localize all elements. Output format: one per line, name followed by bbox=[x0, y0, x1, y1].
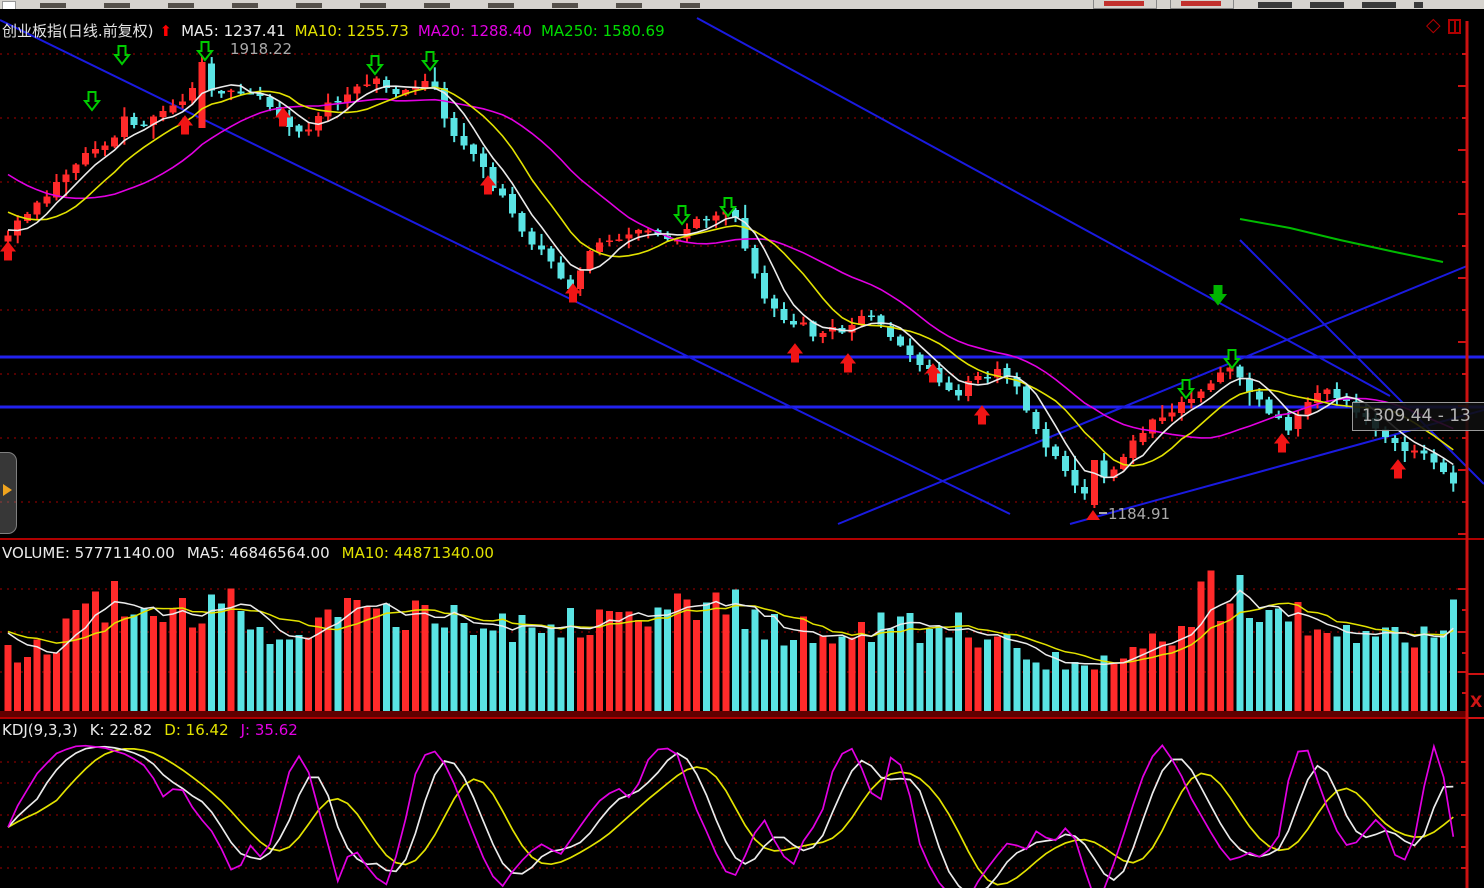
diamond-window-icon[interactable]: ◇ bbox=[1426, 16, 1441, 35]
volume-ma5-readout: MA5: 46846564.00 bbox=[187, 544, 330, 562]
window-panes-icon[interactable] bbox=[1448, 19, 1462, 34]
peak-price-label: 1918.22 bbox=[230, 40, 292, 58]
ma5-readout: MA5: 1237.41 bbox=[181, 22, 286, 40]
ma250-readout: MA250: 1580.69 bbox=[541, 22, 665, 40]
kdj-label: KDJ(9,3,3) bbox=[2, 721, 78, 739]
axis-close-button[interactable]: X bbox=[1470, 692, 1482, 711]
sidebar-drawer-handle[interactable] bbox=[0, 452, 17, 534]
main-chart-header: 创业板指(日线.前复权) ⬆ MA5: 1237.41 MA10: 1255.73 MA… bbox=[2, 20, 674, 37]
kdj-d-readout: D: 16.42 bbox=[164, 721, 228, 739]
kdj-k-readout: K: 22.82 bbox=[90, 721, 153, 739]
volume-readout: VOLUME: 57771140.00 bbox=[2, 544, 175, 562]
kdj-j-readout: J: 35.62 bbox=[241, 721, 298, 739]
kdj-header: KDJ(9,3,3) K: 22.82 D: 16.42 J: 35.62 bbox=[2, 721, 310, 739]
chart-canvas[interactable] bbox=[0, 0, 1484, 888]
instrument-title: 创业板指(日线.前复权) bbox=[2, 22, 153, 40]
volume-header: VOLUME: 57771140.00 MA5: 46846564.00 MA10:… bbox=[2, 544, 506, 562]
trendline-value-tooltip: 1309.44 - 13 bbox=[1352, 402, 1484, 431]
volume-ma10-readout: MA10: 44871340.00 bbox=[342, 544, 494, 562]
signal-up-arrow-icon: ⬆ bbox=[159, 22, 172, 40]
ma20-readout: MA20: 1288.40 bbox=[418, 22, 532, 40]
ma10-readout: MA10: 1255.73 bbox=[295, 22, 409, 40]
trading-terminal: { "colors": { "up": "#ff2a2a", "down": "… bbox=[0, 0, 1484, 888]
low-price-label: 1184.91 bbox=[1108, 505, 1170, 523]
drawer-expand-arrow-icon bbox=[3, 484, 12, 496]
